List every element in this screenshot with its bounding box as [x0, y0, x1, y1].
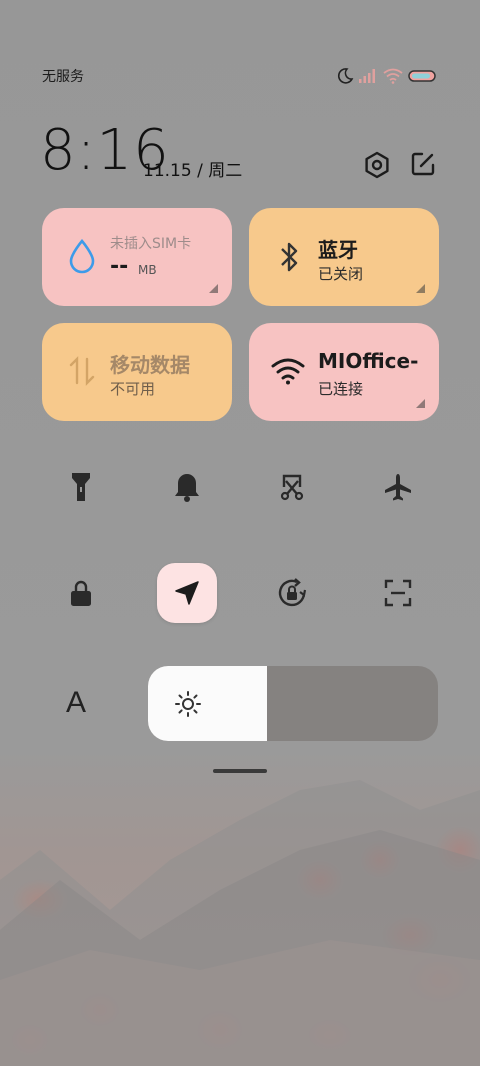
- signal-icon: [359, 69, 375, 83]
- mobile-data-tile[interactable]: 移动数据 不可用: [42, 323, 232, 421]
- battery-icon: [408, 70, 436, 82]
- data-arrows-icon: [69, 356, 95, 386]
- expand-corner-icon: [416, 399, 425, 408]
- flashlight-toggle[interactable]: [51, 457, 111, 517]
- wifi-icon: [271, 358, 305, 385]
- ringer-toggle[interactable]: [157, 457, 217, 517]
- expand-corner-icon: [209, 284, 218, 293]
- water-drop-icon: [69, 238, 95, 274]
- expand-corner-icon: [416, 284, 425, 293]
- brightness-fill: [148, 666, 267, 741]
- rotation-lock-icon: [278, 578, 307, 607]
- bluetooth-status: 已关闭: [318, 265, 364, 283]
- rotation-lock-toggle[interactable]: [262, 563, 322, 623]
- wifi-tile[interactable]: MIOffice- 已连接: [249, 323, 439, 421]
- moon-icon: [337, 68, 354, 84]
- brightness-slider[interactable]: [148, 666, 438, 741]
- data-usage-title: 未插入SIM卡: [110, 236, 192, 252]
- wifi-network-name: MIOffice-: [318, 349, 419, 373]
- location-icon: [175, 581, 199, 605]
- lock-icon: [71, 580, 91, 606]
- airplane-icon: [385, 474, 411, 501]
- wallpaper-mountains: [0, 780, 480, 1066]
- scanner-toggle[interactable]: [368, 563, 428, 623]
- clock-date: 11.15 / 周二: [143, 161, 243, 181]
- location-toggle[interactable]: [157, 563, 217, 623]
- bell-icon: [175, 474, 199, 502]
- wifi-status-icon: [383, 68, 403, 84]
- lock-screen-toggle[interactable]: [51, 563, 111, 623]
- mobile-data-status: 不可用: [110, 380, 156, 398]
- panel-drag-handle[interactable]: [213, 769, 267, 773]
- scan-icon: [384, 579, 412, 607]
- flashlight-icon: [72, 473, 90, 501]
- bluetooth-tile[interactable]: 蓝牙 已关闭: [249, 208, 439, 306]
- carrier-status: 无服务: [42, 69, 84, 85]
- bluetooth-icon: [281, 242, 298, 272]
- airplane-toggle[interactable]: [368, 457, 428, 517]
- data-usage-tile[interactable]: 未插入SIM卡 -- MB: [42, 208, 232, 306]
- bluetooth-title: 蓝牙: [318, 238, 358, 262]
- wifi-status: 已连接: [318, 380, 364, 398]
- data-usage-unit: MB: [138, 263, 157, 277]
- font-size-button[interactable]: A: [66, 686, 86, 720]
- mobile-data-title: 移动数据: [110, 353, 190, 377]
- settings-icon[interactable]: [362, 150, 392, 180]
- data-usage-value: --: [110, 254, 129, 279]
- screenshot-toggle[interactable]: [262, 457, 322, 517]
- edit-icon[interactable]: [409, 150, 437, 178]
- status-icons: [336, 66, 438, 86]
- sun-icon: [175, 691, 201, 717]
- screenshot-icon: [280, 474, 304, 501]
